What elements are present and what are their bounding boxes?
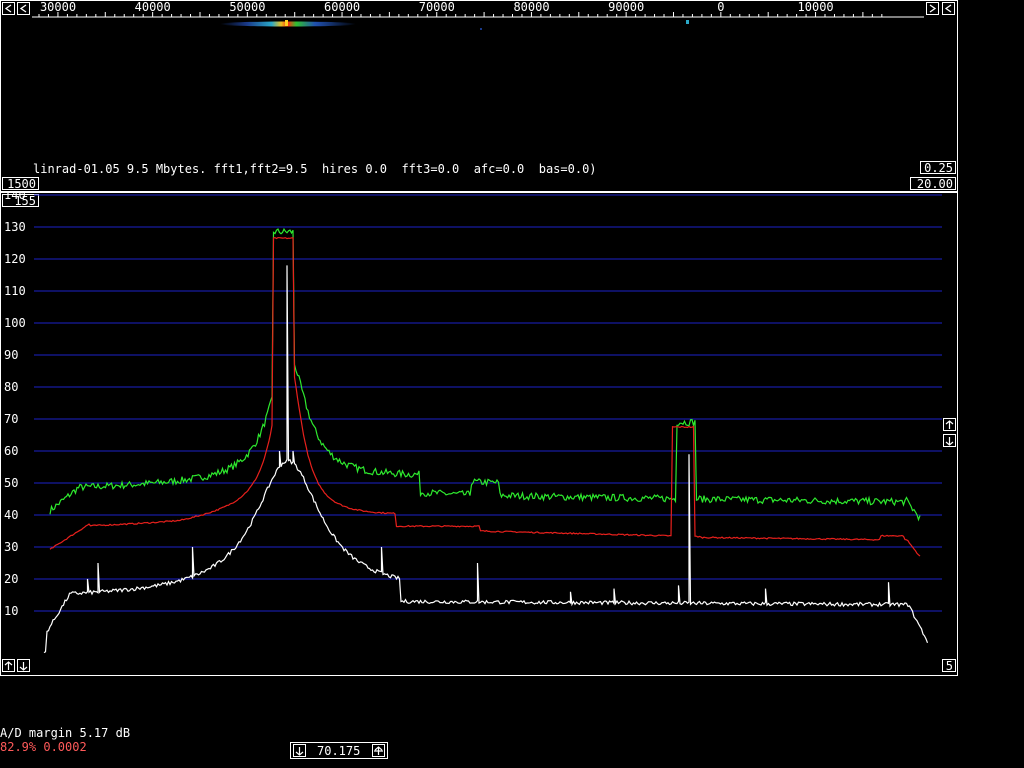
y-axis-label: 50 <box>4 476 18 490</box>
y-axis-label: 30 <box>4 540 18 554</box>
ad-margin-readout: A/D margin 5.17 dB <box>0 726 131 740</box>
frequency-up-button[interactable] <box>372 744 385 757</box>
frequency-label: 40000 <box>135 0 171 14</box>
frequency-label: 60000 <box>324 0 360 14</box>
spectrum-avg-box[interactable]: 5 <box>942 659 956 672</box>
cpu-load-readout: 82.9% 0.0002 <box>0 740 87 754</box>
average-trace <box>49 236 921 557</box>
y-axis-label: 120 <box>4 252 26 266</box>
y-scale-up-button[interactable] <box>943 418 956 431</box>
spectrum-plot[interactable]: 140 130 120 110 100 90 80 70 60 50 40 30 20 10 <box>0 192 958 676</box>
y-axis-label: 100 <box>4 316 26 330</box>
y-axis-label: 40 <box>4 508 18 522</box>
frequency-label: 80000 <box>513 0 549 14</box>
frequency-label: 90000 <box>608 0 644 14</box>
arrow-down-icon <box>295 746 304 756</box>
frequency-label: 0 <box>717 0 724 14</box>
y-axis-label: 20 <box>4 572 18 586</box>
y-axis-label: 10 <box>4 604 18 618</box>
status-line: linrad-01.05 9.5 Mbytes. fft1,fft2=9.5 h… <box>33 162 597 176</box>
arrow-down-icon <box>19 661 28 671</box>
center-frequency-value[interactable]: 70.175 <box>317 744 360 758</box>
frequency-control: 70.175 <box>290 742 388 759</box>
y-axis-label: 90 <box>4 348 18 362</box>
y-offset-up-button[interactable] <box>2 659 15 672</box>
waterfall-gain-box[interactable]: 1500 <box>2 177 39 190</box>
y-axis-label: 60 <box>4 444 18 458</box>
arrow-down-icon <box>945 436 954 446</box>
max-hold-trace <box>49 227 921 522</box>
frequency-label: 10000 <box>798 0 834 14</box>
waterfall-avg-box[interactable]: 0.25 <box>920 161 956 174</box>
y-axis-label: 140 <box>4 192 26 202</box>
y-axis-label: 70 <box>4 412 18 426</box>
frequency-label: 30000 <box>40 0 76 14</box>
y-scale-down-button[interactable] <box>943 434 956 447</box>
frequency-labels: 30000 40000 50000 60000 70000 80000 90000 0 1000… <box>40 0 834 14</box>
y-offset-down-button[interactable] <box>17 659 30 672</box>
waterfall-zero-box[interactable]: 20.00 <box>910 177 956 190</box>
arrow-up-icon <box>374 745 383 755</box>
y-axis-label: 110 <box>4 284 26 298</box>
arrow-up-icon <box>4 660 13 670</box>
y-axis-label: 80 <box>4 380 18 394</box>
frequency-down-button[interactable] <box>293 744 306 757</box>
frequency-label: 70000 <box>419 0 455 14</box>
waterfall-display[interactable] <box>200 18 720 32</box>
frequency-label: 50000 <box>229 0 265 14</box>
y-axis-label: 130 <box>4 220 26 234</box>
arrow-up-icon <box>945 419 954 429</box>
